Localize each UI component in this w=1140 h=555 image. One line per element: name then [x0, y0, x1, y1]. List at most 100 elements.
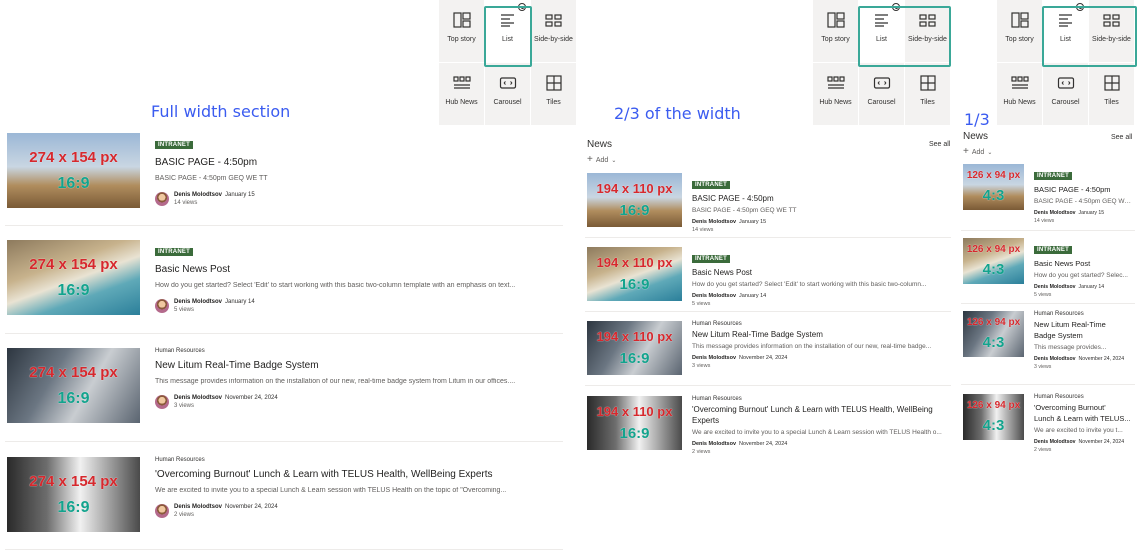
layout-option-top-story[interactable]: Top story: [997, 0, 1042, 62]
news-meta: Human Resources New Litum Real-Time Badge…: [692, 321, 942, 369]
see-all-link-two-thirds[interactable]: See all: [929, 141, 950, 148]
layout-option-carousel[interactable]: Carousel: [859, 63, 904, 125]
category-tag[interactable]: INTRANET: [1034, 246, 1072, 254]
news-title[interactable]: New Litum Real-Time Badge System: [155, 360, 560, 371]
author-name[interactable]: Denis Molodtsov: [692, 355, 736, 361]
news-meta: INTRANET Basic News Post How do you get st…: [692, 247, 942, 307]
news-thumbnail[interactable]: 194 x 110 px 16:9: [587, 396, 682, 450]
layout-option-top-story[interactable]: Top story: [439, 0, 484, 62]
news-thumbnail[interactable]: 194 x 110 px 16:9: [587, 247, 682, 301]
news-title[interactable]: 'Overcoming Burnout' Lunch & Learn with …: [155, 469, 560, 480]
news-thumbnail[interactable]: 274 x 154 px 16:9: [7, 457, 140, 532]
layout-option-hub-news[interactable]: Hub News: [997, 63, 1042, 125]
view-count: 14 views: [174, 200, 198, 206]
news-thumbnail[interactable]: 274 x 154 px 16:9: [7, 240, 140, 315]
selected-radio-icon: [518, 3, 526, 11]
author-name[interactable]: Denis Molodtsov: [692, 441, 736, 447]
news-meta: Human Resources New Litum Real-Time Badge…: [155, 348, 560, 409]
layout-option-hub-news[interactable]: Hub News: [439, 63, 484, 125]
avatar[interactable]: [155, 395, 169, 409]
layout-option-label: Carousel: [493, 99, 522, 106]
author-name[interactable]: Denis Molodtsov: [1034, 439, 1076, 445]
category-tag[interactable]: INTRANET: [692, 255, 730, 263]
add-button-one-third[interactable]: + Add ⌄: [963, 147, 992, 157]
news-title[interactable]: Basic News Post: [692, 268, 942, 277]
author-name[interactable]: Denis Molodtsov: [1034, 284, 1076, 290]
layout-option-side-by-side[interactable]: Side-by-side: [905, 0, 950, 62]
layout-picker-two-thirds: Top story List Side-by-side Hub News Carouse…: [813, 0, 950, 125]
layout-option-label: Tiles: [546, 99, 561, 106]
aspect-ratio-label: 16:9: [619, 202, 650, 219]
post-date: January 14: [1078, 284, 1105, 290]
add-button-two-thirds[interactable]: + Add ⌄: [587, 155, 616, 165]
category-tag[interactable]: INTRANET: [1034, 172, 1072, 180]
news-divider: [961, 303, 1135, 304]
avatar[interactable]: [155, 192, 169, 206]
author-name[interactable]: Denis Molodtsov: [174, 395, 222, 401]
category-tag[interactable]: INTRANET: [155, 248, 193, 256]
news-title[interactable]: Basic News Post: [155, 264, 560, 275]
news-title[interactable]: BASIC PAGE - 4:50pm: [155, 157, 560, 168]
category-label[interactable]: Human Resources: [155, 457, 560, 463]
news-title[interactable]: 'Overcoming Burnout' Lunch & Learn with …: [692, 405, 942, 414]
layout-option-side-by-side[interactable]: Side-by-side: [531, 0, 576, 62]
news-thumbnail[interactable]: 126 x 94 px 4:3: [963, 311, 1024, 357]
layout-option-tiles[interactable]: Tiles: [531, 63, 576, 125]
layout-picker-one-third: Top story List Side-by-side Hub News Carouse…: [997, 0, 1134, 125]
image-size-label: 126 x 94 px: [966, 317, 1021, 328]
news-title[interactable]: BASIC PAGE - 4:50pm: [692, 194, 942, 203]
layout-option-list[interactable]: List: [1043, 0, 1088, 62]
category-label[interactable]: Human Resources: [155, 348, 560, 354]
layout-option-carousel[interactable]: Carousel: [1043, 63, 1088, 125]
news-title[interactable]: Basic News Post: [1034, 259, 1134, 268]
category-label[interactable]: Human Resources: [692, 321, 942, 327]
category-tag[interactable]: INTRANET: [155, 141, 193, 149]
news-description: This message provides...: [1034, 344, 1107, 351]
news-thumbnail[interactable]: 194 x 110 px 16:9: [587, 173, 682, 227]
news-title[interactable]: BASIC PAGE - 4:50pm: [1034, 185, 1134, 194]
author-name[interactable]: Denis Molodtsov: [1034, 210, 1076, 216]
news-meta: Human Resources 'Overcoming Burnout' Lunch…: [1034, 394, 1134, 453]
author-name[interactable]: Denis Molodtsov: [692, 293, 736, 299]
category-label[interactable]: Human Resources: [692, 396, 942, 402]
news-description: This message provides information on the…: [155, 378, 516, 385]
see-all-link-one-third[interactable]: See all: [1111, 134, 1132, 141]
category-label[interactable]: Human Resources: [1034, 394, 1134, 400]
news-title-line-2[interactable]: Lunch & Learn with TELUS...: [1034, 414, 1134, 423]
layout-option-side-by-side[interactable]: Side-by-side: [1089, 0, 1134, 62]
news-thumbnail[interactable]: 126 x 94 px 4:3: [963, 394, 1024, 440]
layout-option-hub-news[interactable]: Hub News: [813, 63, 858, 125]
category-label[interactable]: Human Resources: [1034, 311, 1134, 317]
news-title[interactable]: New Litum Real-Time: [1034, 320, 1134, 329]
category-tag[interactable]: INTRANET: [692, 181, 730, 189]
layout-option-top-story[interactable]: Top story: [813, 0, 858, 62]
layout-option-list[interactable]: List: [485, 0, 530, 62]
news-thumbnail[interactable]: 274 x 154 px 16:9: [7, 133, 140, 208]
author-row: Denis Molodtsov November 24, 2024 3 views: [1034, 356, 1134, 370]
layout-option-list[interactable]: List: [859, 0, 904, 62]
news-thumbnail[interactable]: 274 x 154 px 16:9: [7, 348, 140, 423]
author-name[interactable]: Denis Molodtsov: [174, 299, 222, 305]
news-title[interactable]: 'Overcoming Burnout': [1034, 403, 1134, 412]
layout-option-tiles[interactable]: Tiles: [1089, 63, 1134, 125]
aspect-ratio-label: 16:9: [57, 281, 90, 299]
news-title-line-2[interactable]: Badge System: [1034, 331, 1134, 340]
image-size-label: 194 x 110 px: [596, 181, 673, 196]
news-thumbnail[interactable]: 126 x 94 px 4:3: [963, 164, 1024, 210]
author-name[interactable]: Denis Molodtsov: [174, 192, 222, 198]
avatar[interactable]: [155, 504, 169, 518]
avatar[interactable]: [155, 299, 169, 313]
image-size-label: 194 x 110 px: [596, 404, 673, 419]
news-thumbnail[interactable]: 194 x 110 px 16:9: [587, 321, 682, 375]
news-title[interactable]: New Litum Real-Time Badge System: [692, 330, 942, 339]
author-name[interactable]: Denis Molodtsov: [174, 504, 222, 510]
news-thumbnail[interactable]: 126 x 94 px 4:3: [963, 238, 1024, 284]
news-title-line-2[interactable]: Experts: [692, 416, 942, 425]
author-name[interactable]: Denis Molodtsov: [692, 219, 736, 225]
author-name[interactable]: Denis Molodtsov: [1034, 356, 1076, 362]
layout-option-carousel[interactable]: Carousel: [485, 63, 530, 125]
post-date: January 15: [739, 219, 767, 225]
layout-option-tiles[interactable]: Tiles: [905, 63, 950, 125]
news-divider: [961, 230, 1135, 231]
hub-news-icon: [452, 75, 471, 91]
